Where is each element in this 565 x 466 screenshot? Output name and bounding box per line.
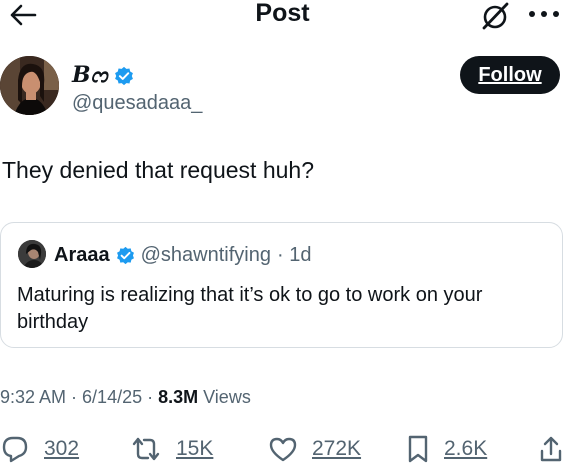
- bookmark-icon: [406, 434, 430, 464]
- share-button[interactable]: [538, 432, 564, 466]
- more-horizontal-icon: [528, 10, 560, 18]
- quoted-header: Araaa @shawntifying · 1d: [54, 244, 311, 267]
- post-meta: 9:32 AM · 6/14/25 · 8.3M Views: [0, 387, 251, 408]
- post-text: They denied that request huh?: [2, 157, 315, 183]
- like-button[interactable]: 272K: [268, 432, 361, 466]
- reply-count: 302: [44, 437, 80, 460]
- reply-button[interactable]: 302: [0, 432, 79, 466]
- reply-icon: [0, 434, 30, 464]
- share-icon: [538, 434, 564, 464]
- grok-button[interactable]: [478, 0, 512, 32]
- repost-button[interactable]: 15K: [130, 432, 213, 466]
- author-handle[interactable]: @quesadaaa_: [72, 92, 202, 115]
- follow-button[interactable]: Follow: [460, 56, 560, 94]
- quoted-text: Maturing is realizing that it’s ok to go…: [17, 284, 483, 333]
- heart-icon: [268, 435, 298, 463]
- avatar[interactable]: [0, 56, 59, 115]
- views-label: Views: [203, 387, 251, 407]
- bookmark-count: 2.6K: [444, 437, 488, 460]
- repost-count: 15K: [176, 437, 214, 460]
- verified-badge-icon: [114, 66, 134, 86]
- verified-badge-icon: [116, 246, 135, 265]
- like-count: 272K: [312, 437, 362, 460]
- quoted-avatar[interactable]: [18, 240, 46, 268]
- grok-icon: [480, 1, 510, 31]
- views-count: 8.3M: [158, 387, 199, 407]
- bookmark-button[interactable]: 2.6K: [406, 432, 487, 466]
- more-options-button[interactable]: [524, 0, 564, 28]
- author-display-name[interactable]: Bᦂ: [72, 62, 108, 89]
- post-time[interactable]: 9:32 AM: [0, 387, 66, 408]
- post-date[interactable]: · 6/14/25 ·: [71, 387, 153, 408]
- quoted-time: · 1d: [276, 244, 312, 266]
- quoted-handle: @shawntifying: [140, 244, 271, 266]
- quoted-display-name: Araaa: [54, 244, 110, 266]
- author-name-row: Bᦂ: [72, 62, 134, 89]
- repost-icon: [130, 434, 162, 464]
